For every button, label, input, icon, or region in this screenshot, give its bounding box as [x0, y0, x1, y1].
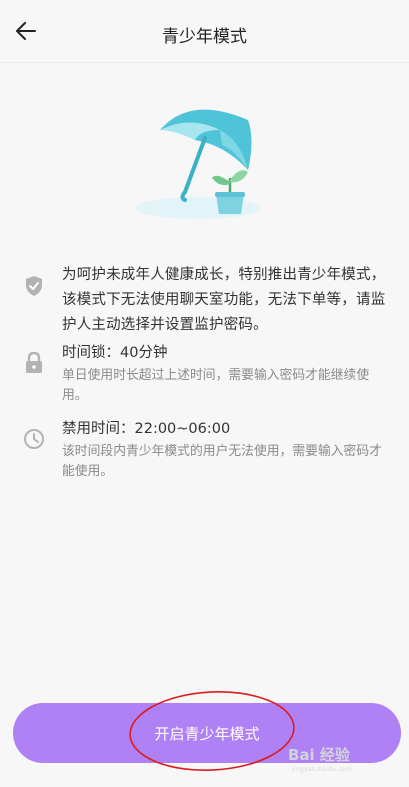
intro-text: 为呵护未成年人健康成长，特别推出青少年模式，该模式下无法使用聊天室功能，无法下单… — [62, 267, 386, 333]
enable-youth-mode-button[interactable]: 开启青少年模式 — [13, 703, 401, 763]
lock-icon — [26, 352, 42, 373]
header-bar: 青少年模式 — [0, 0, 409, 62]
time-lock-desc: 单日使用时长超过上述时间，需要输入密码才能继续使用。 — [62, 368, 370, 403]
page-title: 青少年模式 — [162, 27, 247, 47]
svg-text:jingyan.baidu.com: jingyan.baidu.com — [291, 765, 352, 773]
header-divider — [0, 62, 409, 63]
clock-icon — [24, 429, 44, 449]
time-lock-title: 时间锁：40分钟 — [62, 345, 168, 361]
umbrella-plant-icon — [136, 109, 260, 219]
shield-check-icon — [26, 276, 42, 296]
disabled-time-desc: 该时间段内青少年模式的用户无法使用，需要输入密码才能使用。 — [62, 444, 382, 479]
disabled-time-title: 禁用时间：22:00~06:00 — [62, 421, 231, 437]
